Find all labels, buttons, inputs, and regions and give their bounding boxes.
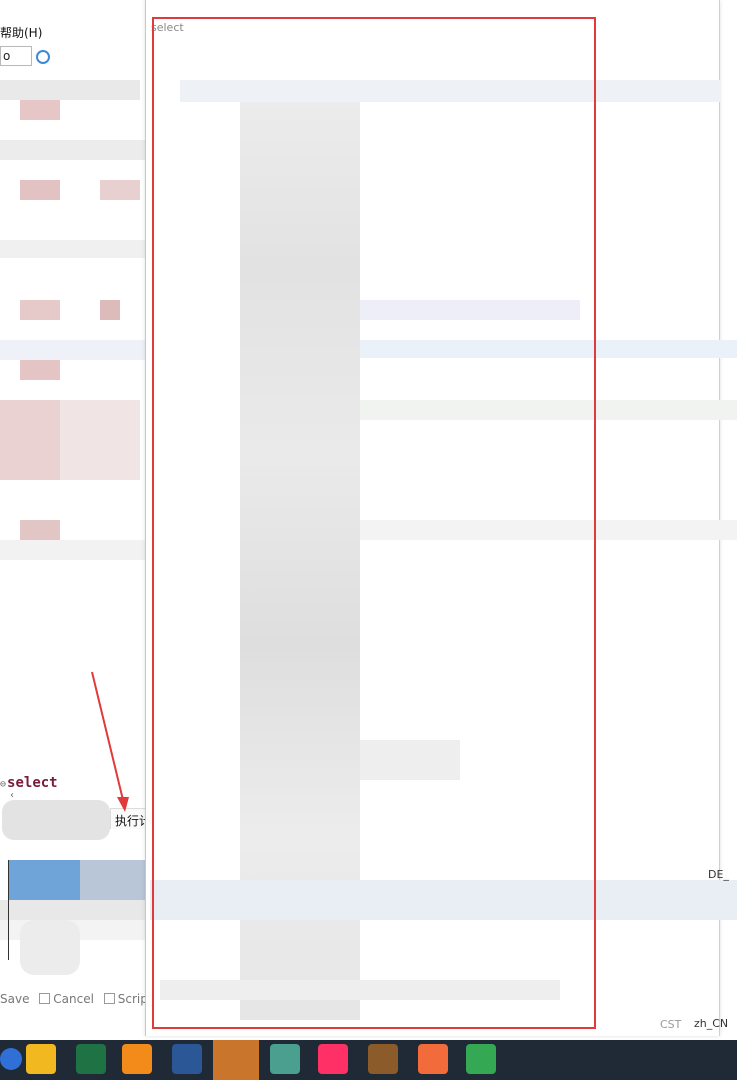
- blurred-row: [0, 240, 145, 258]
- cancel-button[interactable]: Cancel: [53, 992, 94, 1006]
- search-icon[interactable]: [0, 1048, 22, 1070]
- menu-help[interactable]: 帮助(H): [0, 24, 42, 41]
- highlight-box: [152, 17, 596, 1029]
- blurred-row: [0, 140, 145, 160]
- save-button[interactable]: Save: [0, 992, 29, 1006]
- postman-icon[interactable]: [418, 1044, 448, 1074]
- sublime-text-icon[interactable]: [122, 1044, 152, 1074]
- blurred-cell: [0, 400, 60, 480]
- excel-icon[interactable]: [76, 1044, 106, 1074]
- blurred-cell: [20, 180, 60, 200]
- blurred-cell: [20, 920, 80, 975]
- blurred-row: [0, 340, 145, 360]
- blurred-tab: [2, 800, 110, 840]
- sql-select-keyword: ⊖select: [0, 775, 58, 791]
- timezone-label: CST: [660, 1018, 682, 1031]
- blurred-row: [0, 80, 140, 100]
- blurred-cell: [100, 180, 140, 200]
- blurred-cell: [20, 360, 60, 380]
- cancel-icon[interactable]: [39, 993, 51, 1004]
- app-icon[interactable]: [368, 1044, 398, 1074]
- blurred-cell: [20, 100, 60, 120]
- info-icon[interactable]: [36, 50, 50, 64]
- blurred-cell: [20, 520, 60, 540]
- file-explorer-icon[interactable]: [26, 1044, 56, 1074]
- bottom-toolbar: Save Cancel Script: [0, 992, 159, 1006]
- sql-tool-icon[interactable]: [220, 1044, 250, 1074]
- locale-label[interactable]: zh_CN: [694, 1017, 728, 1030]
- chrome-icon[interactable]: [466, 1044, 496, 1074]
- column-header-fragment: DE_: [708, 868, 729, 881]
- blurred-cell: [60, 400, 140, 480]
- fold-icon[interactable]: ⊖: [0, 779, 6, 790]
- blurred-cell: [20, 300, 60, 320]
- script-icon[interactable]: [103, 993, 115, 1004]
- word-icon[interactable]: [172, 1044, 202, 1074]
- intellij-icon[interactable]: [318, 1044, 348, 1074]
- blurred-row: [0, 540, 145, 560]
- blurred-cell: [100, 300, 120, 320]
- left-input-field[interactable]: o: [0, 46, 32, 66]
- navicat-icon[interactable]: [270, 1044, 300, 1074]
